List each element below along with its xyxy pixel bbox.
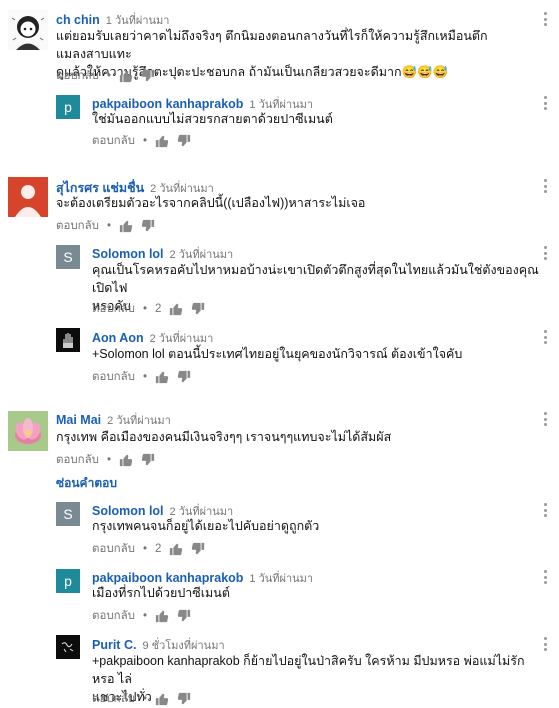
thumbs-down-icon[interactable] [191,302,205,316]
timestamp[interactable]: 1 วันที่ผ่านมา [106,15,170,27]
comment-actions: ตอบกลับ • [56,67,155,85]
thumbs-up-icon[interactable] [155,134,169,148]
calligraphy-logo-icon [56,635,80,659]
reply-button[interactable]: ตอบกลับ [92,132,135,150]
like-count: 2 [155,543,162,555]
more-options-icon[interactable] [543,96,547,110]
comment-text: +Solomon lol ตอนนี้ประเทศไทยอยู่ในยุคของ… [92,347,463,361]
thumbs-up-icon[interactable] [119,219,133,233]
default-user-icon [15,185,41,217]
avatar-letter: p [64,99,72,115]
comment-text: กรุงเทพคนจนก็อยู่ได้เยอะไปคับอย่าดูถูกตั… [92,519,320,533]
comment-text: ใช่มันออกแบบไม่สวยรกสายตาด้วยปาซีเมนต์ [92,112,333,126]
comment-text: กรุงเทพ คือเมืองของคนมีเงินจริงๆๆ เราจนๆ… [56,430,392,444]
thumbs-down-icon[interactable] [177,692,191,706]
avatar-letter: p [64,573,72,589]
avatar[interactable] [8,10,48,50]
more-options-icon[interactable] [543,570,547,584]
thumbs-down-icon[interactable] [191,542,205,556]
avatar[interactable]: p [56,95,80,119]
reply-button[interactable]: ตอบกลับ [92,607,135,625]
avatar[interactable]: p [56,569,80,593]
like-count: 2 [155,303,162,315]
hide-replies-link[interactable]: ซ่อนคำตอบ [56,474,117,493]
thumbs-down-icon[interactable] [141,219,155,233]
thumbs-up-icon[interactable] [119,453,133,467]
comment-actions: ตอบกลับ • 2 [92,300,205,318]
author-name[interactable]: pakpaiboon kanhaprakob [92,571,243,585]
skeleton-hand-icon [56,328,80,352]
thumbs-up-icon[interactable] [169,302,183,316]
thumbs-up-icon[interactable] [155,370,169,384]
reply-button[interactable]: ตอบกลับ [92,540,135,558]
author-name[interactable]: Solomon lol [92,504,164,518]
timestamp[interactable]: 2 วันที่ผ่านมา [170,249,234,261]
thumbs-up-icon[interactable] [155,692,169,706]
thumbs-down-icon[interactable] [177,370,191,384]
more-options-icon[interactable] [543,12,547,26]
thumbs-down-icon[interactable] [141,69,155,83]
more-options-icon[interactable] [543,179,547,193]
lotus-flower-icon [8,411,48,451]
author-name[interactable]: Purit C. [92,638,136,652]
avatar-letter: S [63,506,73,522]
comment-actions: ตอบกลับ • [56,451,155,469]
thumbs-up-icon[interactable] [155,609,169,623]
more-options-icon[interactable] [543,503,547,517]
avatar[interactable] [56,635,80,659]
avatar-letter: S [63,249,73,265]
avatar[interactable] [56,328,80,352]
author-name[interactable]: pakpaiboon kanhaprakob [92,97,243,111]
timestamp[interactable]: 9 ชั่วโมงที่ผ่านมา [142,640,224,652]
comment-actions: ตอบกลับ • [92,368,191,386]
comment-actions: ตอบกลับ • [92,690,191,708]
author-name[interactable]: สุไกรศร แช่มชื่น [56,181,144,195]
timestamp[interactable]: 2 วันที่ผ่านมา [107,415,171,427]
comment-text: จะต้องเตรียมตัวอะไรจากคลิปนี้((เปลืองไฟ)… [56,196,366,210]
thumbs-up-icon[interactable] [169,542,183,556]
thumbs-down-icon[interactable] [177,134,191,148]
author-name[interactable]: Solomon lol [92,247,164,261]
author-name[interactable]: Aon Aon [92,331,144,345]
reply-button[interactable]: ตอบกลับ [92,300,135,318]
avatar[interactable] [8,411,48,451]
avatar[interactable] [8,177,48,217]
thumbs-down-icon[interactable] [141,453,155,467]
author-name[interactable]: ch chin [56,13,100,27]
timestamp[interactable]: 2 วันที่ผ่านมา [150,333,214,345]
anime-avatar-icon [8,10,48,50]
reply-button[interactable]: ตอบกลับ [56,217,99,235]
more-options-icon[interactable] [543,412,547,426]
comment-actions: ตอบกลับ • 2 [92,540,205,558]
avatar[interactable]: S [56,245,80,269]
reply-button[interactable]: ตอบกลับ [56,67,99,85]
comment-actions: ตอบกลับ • [92,132,191,150]
more-options-icon[interactable] [543,330,547,344]
more-options-icon[interactable] [543,637,547,651]
thumbs-down-icon[interactable] [177,609,191,623]
reply-button[interactable]: ตอบกลับ [92,690,135,708]
more-options-icon[interactable] [543,246,547,260]
author-name[interactable]: Mai Mai [56,413,101,427]
thumbs-up-icon[interactable] [119,69,133,83]
comment-actions: ตอบกลับ • [92,607,191,625]
reply-button[interactable]: ตอบกลับ [92,368,135,386]
reply-button[interactable]: ตอบกลับ [56,451,99,469]
comment-actions: ตอบกลับ • [56,217,155,235]
avatar[interactable]: S [56,502,80,526]
comment-text: เมืองที่รกไปด้วยปาซีเมนต์ [92,586,230,600]
